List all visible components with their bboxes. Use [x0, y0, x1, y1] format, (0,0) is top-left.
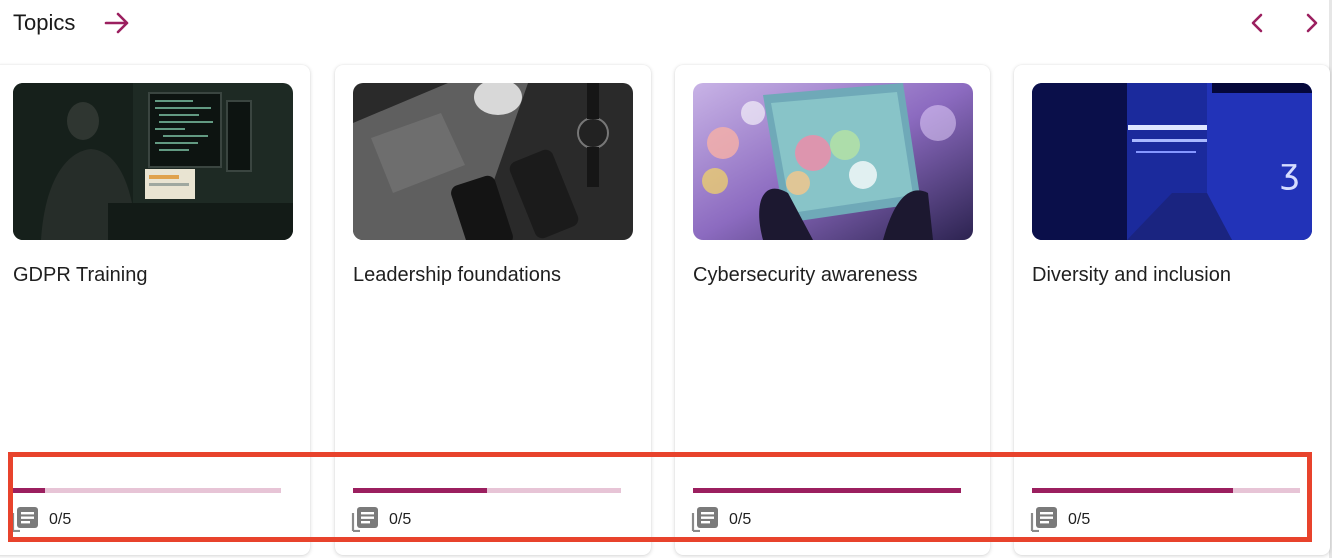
progress-fill — [1032, 488, 1233, 493]
lesson-count: 0/5 — [49, 511, 72, 528]
topic-card-diversity[interactable]: ʒ Diversity and inclusion 0/5 — [1014, 65, 1330, 555]
topics-header: Topics — [0, 0, 1332, 50]
document-icon — [351, 507, 378, 532]
chevron-left-icon[interactable] — [1244, 10, 1270, 36]
card-title: Cybersecurity awareness — [693, 264, 918, 286]
progress-fill — [693, 488, 961, 493]
hand-holding-phone-bokeh-photo — [693, 83, 973, 240]
document-icon — [691, 507, 718, 532]
lesson-count: 0/5 — [1068, 511, 1091, 528]
svg-text:ʒ: ʒ — [1280, 152, 1300, 192]
document-icon — [11, 507, 38, 532]
arrow-right-icon[interactable] — [102, 8, 132, 38]
laptop-and-phones-photo — [353, 83, 633, 240]
developer-at-monitors-photo — [13, 83, 293, 240]
progress-bar — [13, 488, 281, 493]
progress-bar — [353, 488, 621, 493]
topic-card-leadership[interactable]: Leadership foundations 0/5 — [335, 65, 651, 555]
document-icon — [1030, 507, 1057, 532]
chevron-right-icon[interactable] — [1299, 10, 1325, 36]
card-title: GDPR Training — [13, 264, 148, 286]
lesson-count: 0/5 — [389, 511, 412, 528]
progress-bar — [693, 488, 961, 493]
progress-bar — [1032, 488, 1300, 493]
topic-card-cybersecurity[interactable]: Cybersecurity awareness 0/5 — [675, 65, 990, 555]
progress-fill — [353, 488, 487, 493]
card-title: Leadership foundations — [353, 264, 561, 286]
topics-section: Topics GDPR Training 0/5 Leadership foun… — [0, 0, 1332, 558]
section-title: Topics — [13, 10, 76, 35]
lesson-count: 0/5 — [729, 511, 752, 528]
topic-card-gdpr[interactable]: GDPR Training 0/5 — [0, 65, 310, 555]
progress-fill — [13, 488, 46, 493]
blue-corridor-photo: ʒ — [1032, 83, 1312, 240]
card-title: Diversity and inclusion — [1032, 264, 1231, 286]
